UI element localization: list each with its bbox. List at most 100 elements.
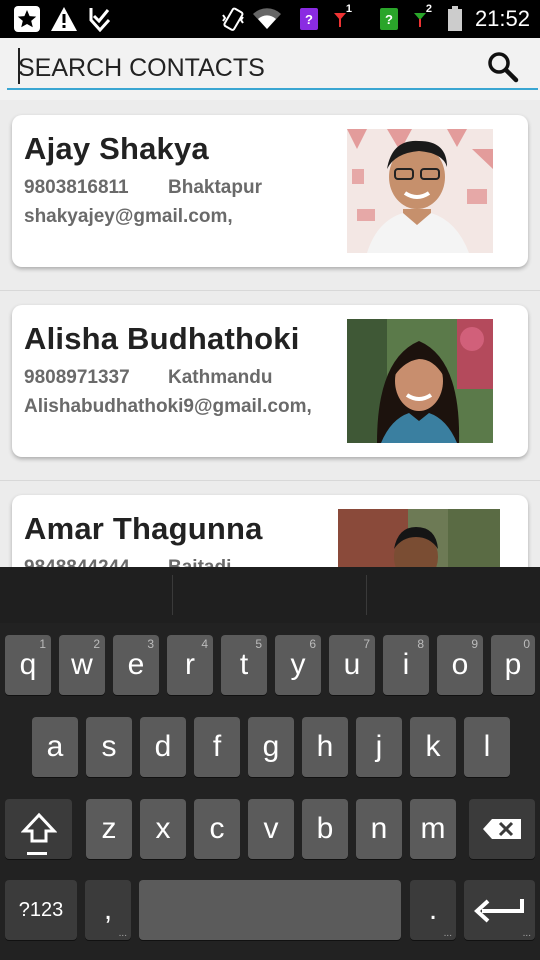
key-u[interactable]: u7 [329,635,375,695]
key-hint: 3 [147,637,154,651]
suggestion-divider [366,575,367,615]
key-z[interactable]: z [86,799,132,859]
vibrate-icon [220,5,246,33]
key-r[interactable]: r4 [167,635,213,695]
search-icon[interactable] [486,50,520,84]
key-k[interactable]: k [410,717,456,777]
sim1-icon: ? [298,5,320,33]
key-i[interactable]: i8 [383,635,429,695]
comma-key[interactable]: ,... [85,880,131,940]
sim1-badge: ? [300,8,318,30]
backspace-key[interactable] [469,799,535,859]
key-w[interactable]: w2 [59,635,105,695]
clock: 21:52 [474,6,530,31]
sim1-signal-label: 1 [345,3,352,15]
contact-name: Ajay Shakya [24,131,209,166]
contact-city: Bhaktapur [168,177,262,198]
backspace-icon [483,819,521,839]
key-x[interactable]: x [140,799,186,859]
key-label: p [504,648,522,681]
list-item[interactable]: Amar Thagunna 9848844244 Baitadi [0,480,540,567]
key-label: u [343,648,361,681]
key-hint: 9 [471,637,478,651]
contact-phone: 9848844244 [24,557,130,567]
key-q[interactable]: q1 [5,635,51,695]
key-hint: 8 [417,637,424,651]
key-dots: ... [443,928,452,939]
contact-card[interactable]: Amar Thagunna 9848844244 Baitadi [12,495,528,567]
list-item[interactable]: Ajay Shakya 9803816811 Bhaktapur shakyaj… [0,100,540,291]
key-hint: 6 [309,637,316,651]
search-bar [0,38,540,100]
status-bar: ? 1 ? 2 21:52 [0,0,540,38]
symbols-key[interactable]: ?123 [5,880,77,940]
space-key[interactable] [139,880,401,940]
key-label: . [428,893,438,926]
enter-key[interactable]: ... [464,880,535,940]
contact-city: Baitadi [168,557,231,567]
contact-card[interactable]: Ajay Shakya 9803816811 Bhaktapur shakyaj… [12,115,528,267]
key-b[interactable]: b [302,799,348,859]
warning-icon [50,5,78,33]
key-m[interactable]: m [410,799,456,859]
search-input[interactable] [7,48,538,90]
key-label: r [185,648,195,681]
sim2-badge: ? [380,8,398,30]
contact-email: shakyajey@gmail.com, [24,206,233,227]
key-s[interactable]: s [86,717,132,777]
contact-name: Alisha Budhathoki [24,321,300,356]
key-a[interactable]: a [32,717,78,777]
soft-keyboard: q1 w2 e3 r4 t5 y6 u7 i8 o9 p0 a s d f g … [0,567,540,960]
contact-phone: 9803816811 [24,177,129,198]
list-item[interactable]: Alisha Budhathoki 9808971337 Kathmandu A… [0,290,540,481]
shift-indicator [27,852,47,855]
key-dots: ... [522,928,531,939]
contact-photo [338,509,500,567]
key-t[interactable]: t5 [221,635,267,695]
key-dots: ... [118,928,127,939]
key-e[interactable]: e3 [113,635,159,695]
signal1-icon: 1 [328,3,352,33]
key-n[interactable]: n [356,799,402,859]
signal2-icon: 2 [408,3,432,33]
key-g[interactable]: g [248,717,294,777]
key-hint: 7 [363,637,370,651]
key-p[interactable]: p0 [491,635,535,695]
contact-name: Amar Thagunna [24,511,263,546]
key-v[interactable]: v [248,799,294,859]
key-o[interactable]: o9 [437,635,483,695]
key-y[interactable]: y6 [275,635,321,695]
key-label: t [239,648,249,681]
key-j[interactable]: j [356,717,402,777]
sim2-icon: ? [378,5,400,33]
key-l[interactable]: l [464,717,510,777]
key-label: w [71,648,93,681]
contact-photo [347,129,493,253]
period-key[interactable]: .... [410,880,456,940]
download-done-icon [88,5,112,33]
shift-key[interactable] [5,799,72,859]
contact-email: Alishabudhathoki9@gmail.com, [24,396,312,417]
key-c[interactable]: c [194,799,240,859]
shift-icon [20,812,57,843]
key-label: o [451,648,469,681]
enter-icon [473,899,524,923]
contact-city: Kathmandu [168,367,273,388]
battery-icon [446,5,464,33]
key-label: y [290,648,306,681]
contact-card[interactable]: Alisha Budhathoki 9808971337 Kathmandu A… [12,305,528,457]
text-caret [18,48,20,84]
contact-photo [347,319,493,443]
star-notification-icon [12,5,42,33]
key-d[interactable]: d [140,717,186,777]
key-f[interactable]: f [194,717,240,777]
key-label: , [103,893,113,926]
wifi-icon [252,5,282,33]
suggestion-divider [172,575,173,615]
contact-list: Ajay Shakya 9803816811 Bhaktapur shakyaj… [0,100,540,567]
key-hint: 5 [255,637,262,651]
suggestion-strip[interactable] [0,567,540,623]
key-hint: 0 [523,637,530,651]
key-hint: 2 [93,637,100,651]
key-h[interactable]: h [302,717,348,777]
